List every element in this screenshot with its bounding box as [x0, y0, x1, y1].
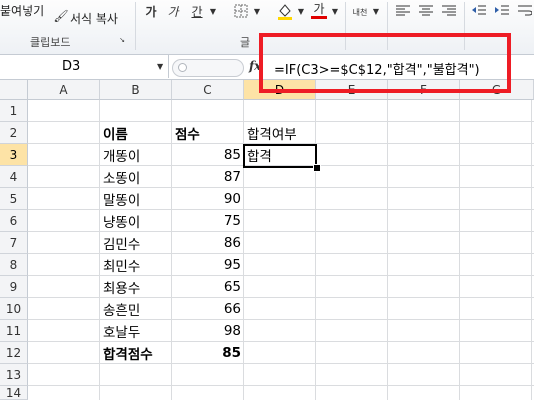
cell-c5[interactable]: 90: [172, 188, 244, 210]
select-all-corner[interactable]: [0, 80, 28, 100]
cell-c7[interactable]: 86: [172, 232, 244, 254]
chevron-down-icon[interactable]: ▼: [157, 62, 163, 71]
cell-c3[interactable]: 85: [172, 144, 244, 166]
dialog-launcher-icon[interactable]: ↘: [118, 36, 126, 44]
align-center-icon[interactable]: [418, 3, 434, 19]
cell-c6[interactable]: 75: [172, 210, 244, 232]
cell-c11[interactable]: 98: [172, 320, 244, 342]
row-header-9[interactable]: 9: [0, 276, 28, 298]
column-header-a[interactable]: A: [28, 80, 100, 100]
cell-c12[interactable]: 85: [172, 342, 244, 364]
row-header-13[interactable]: 13: [0, 364, 28, 386]
resize-handle-icon[interactable]: [178, 63, 187, 72]
cell-b2[interactable]: 이름: [100, 122, 172, 144]
underline-icon[interactable]: 간: [188, 2, 206, 20]
increase-indent-icon[interactable]: [494, 3, 510, 19]
cell-b9[interactable]: 최용수: [100, 276, 172, 298]
cell-c9[interactable]: 65: [172, 276, 244, 298]
wrap-text-icon[interactable]: [517, 3, 533, 19]
paste-button[interactable]: 붙여넣기: [0, 2, 44, 19]
column-header-c[interactable]: C: [172, 80, 244, 100]
borders-icon[interactable]: [232, 2, 250, 20]
format-painter-icon: 🖌: [53, 9, 69, 23]
chevron-down-icon[interactable]: ▼: [296, 4, 306, 18]
highlight-annotation-box: [259, 33, 511, 93]
cell-b5[interactable]: 말똥이: [100, 188, 172, 210]
chevron-down-icon[interactable]: ▼: [252, 4, 262, 18]
cell-b7[interactable]: 김민수: [100, 232, 172, 254]
phonetic-guide-icon[interactable]: 내천: [350, 2, 370, 22]
cell-b12[interactable]: 합격점수: [100, 342, 172, 364]
font-color-icon[interactable]: 가: [310, 0, 328, 20]
cell-b8[interactable]: 최민수: [100, 254, 172, 276]
chevron-down-icon[interactable]: ▼: [371, 4, 381, 18]
row-header-5[interactable]: 5: [0, 188, 28, 210]
align-left-icon[interactable]: [395, 3, 411, 19]
row-header-14[interactable]: 14: [0, 386, 28, 400]
row-header-11[interactable]: 11: [0, 320, 28, 342]
row-header-8[interactable]: 8: [0, 254, 28, 276]
row-header-4[interactable]: 4: [0, 166, 28, 188]
active-cell-border: [243, 144, 317, 168]
row-header-6[interactable]: 6: [0, 210, 28, 232]
cell-b4[interactable]: 소똥이: [100, 166, 172, 188]
chevron-down-icon[interactable]: ▼: [208, 4, 218, 18]
row-header-10[interactable]: 10: [0, 298, 28, 320]
row-header-3[interactable]: 3: [0, 144, 28, 166]
row-header-7[interactable]: 7: [0, 232, 28, 254]
column-header-b[interactable]: B: [100, 80, 172, 100]
name-box[interactable]: D3 ▼: [0, 55, 169, 78]
italic-icon[interactable]: 가: [164, 2, 182, 20]
cell-c4[interactable]: 87: [172, 166, 244, 188]
align-right-icon[interactable]: [441, 3, 457, 19]
cell-b3[interactable]: 개똥이: [100, 144, 172, 166]
cell-c8[interactable]: 95: [172, 254, 244, 276]
cell-b10[interactable]: 송흔민: [100, 298, 172, 320]
name-box-value[interactable]: D3: [62, 59, 80, 74]
clipboard-group-label: 클립보드: [30, 36, 71, 49]
format-painter-button[interactable]: 서식 복사: [70, 10, 118, 27]
chevron-down-icon[interactable]: ▼: [330, 4, 340, 18]
cell-b6[interactable]: 냥똥이: [100, 210, 172, 232]
row-header-1[interactable]: 1: [0, 100, 28, 122]
bold-icon[interactable]: 가: [142, 2, 160, 20]
cell-c2[interactable]: 점수: [172, 122, 244, 144]
fill-handle[interactable]: [313, 164, 321, 172]
row-header-12[interactable]: 12: [0, 342, 28, 364]
fill-color-icon[interactable]: [276, 2, 294, 20]
row-header-2[interactable]: 2: [0, 122, 28, 144]
decrease-indent-icon[interactable]: [471, 3, 487, 19]
cell-c10[interactable]: 66: [172, 298, 244, 320]
ribbon-separator: [135, 2, 136, 50]
cell-b11[interactable]: 호날두: [100, 320, 172, 342]
font-group-label: 글: [240, 36, 251, 49]
cell-d2[interactable]: 합격여부: [244, 122, 316, 144]
